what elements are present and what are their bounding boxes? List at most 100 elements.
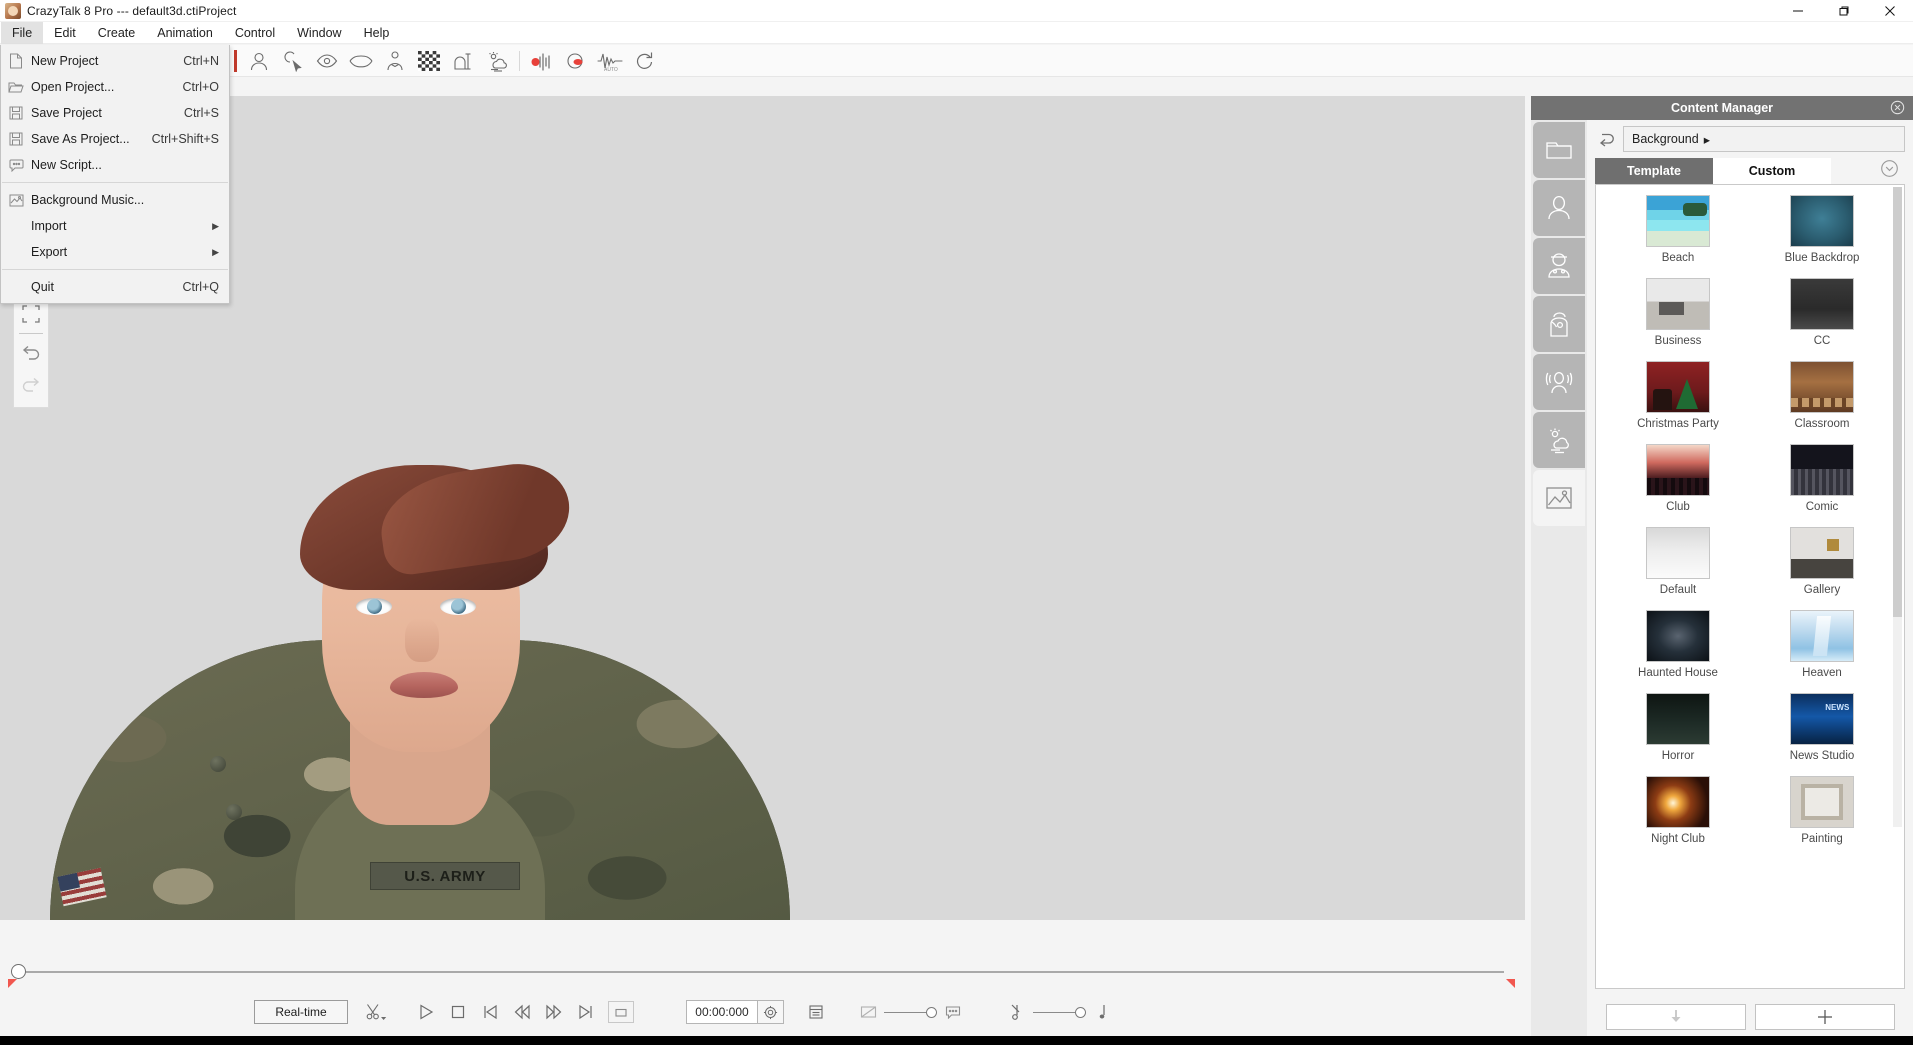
- content-item[interactable]: Default: [1608, 527, 1748, 610]
- menu-item-new-project[interactable]: New Project Ctrl+N: [1, 48, 229, 74]
- subtitle-off-icon[interactable]: [852, 997, 884, 1027]
- stop-icon[interactable]: [442, 997, 474, 1027]
- folder-icon[interactable]: [1533, 122, 1585, 178]
- audio-note-icon[interactable]: [1086, 997, 1118, 1027]
- content-thumbnail[interactable]: [1646, 527, 1710, 579]
- menu-animation[interactable]: Animation: [146, 22, 224, 44]
- head-avatar-icon[interactable]: [1533, 180, 1585, 236]
- timecode-settings-gear-icon[interactable]: [758, 1000, 784, 1024]
- weather-scene-icon[interactable]: [480, 46, 514, 76]
- back-arrow-icon[interactable]: [1591, 124, 1623, 154]
- content-grid-scrollbar[interactable]: [1893, 187, 1902, 827]
- menu-item-export[interactable]: Export ▶: [1, 239, 229, 265]
- content-thumbnail[interactable]: [1646, 693, 1710, 745]
- record-audio-icon[interactable]: [525, 46, 559, 76]
- content-item[interactable]: News Studio: [1752, 693, 1892, 776]
- step-back-icon[interactable]: [506, 997, 538, 1027]
- download-arrow-button[interactable]: [1605, 1004, 1746, 1030]
- scene-weather-icon[interactable]: [1533, 412, 1585, 468]
- content-thumbnail[interactable]: [1790, 693, 1854, 745]
- content-thumbnail[interactable]: [1790, 527, 1854, 579]
- menu-edit[interactable]: Edit: [43, 22, 87, 44]
- audio-mute-icon[interactable]: [1001, 997, 1033, 1027]
- skip-to-end-icon[interactable]: [570, 997, 602, 1027]
- content-item[interactable]: Haunted House: [1608, 610, 1748, 693]
- time-slider[interactable]: [0, 948, 1525, 988]
- content-item[interactable]: Heaven: [1752, 610, 1892, 693]
- close-icon[interactable]: [1867, 0, 1913, 22]
- menu-item-new-script[interactable]: New Script...: [1, 152, 229, 178]
- lipsync-icon[interactable]: [559, 46, 593, 76]
- undo-icon[interactable]: [14, 337, 48, 369]
- menu-create[interactable]: Create: [87, 22, 147, 44]
- maximize-icon[interactable]: [1821, 0, 1867, 22]
- play-icon[interactable]: [410, 997, 442, 1027]
- content-item[interactable]: CC: [1752, 278, 1892, 361]
- menu-item-save-as-project[interactable]: Save As Project... Ctrl+Shift+S: [1, 126, 229, 152]
- content-item[interactable]: Night Club: [1608, 776, 1748, 859]
- slider-knob[interactable]: [926, 1006, 937, 1018]
- close-circle-icon[interactable]: [1890, 100, 1905, 118]
- refresh-arrow-icon[interactable]: [627, 46, 661, 76]
- audio-volume-slider[interactable]: [1033, 1006, 1086, 1018]
- content-item[interactable]: Classroom: [1752, 361, 1892, 444]
- content-item[interactable]: Gallery: [1752, 527, 1892, 610]
- content-thumbnail[interactable]: [1790, 278, 1854, 330]
- content-thumbnail[interactable]: [1790, 776, 1854, 828]
- add-content-button[interactable]: [1754, 1004, 1895, 1030]
- content-item[interactable]: Christmas Party: [1608, 361, 1748, 444]
- chevron-down-circle-icon[interactable]: [1880, 159, 1899, 183]
- scissors-dropdown-icon[interactable]: [360, 997, 392, 1027]
- slider-knob[interactable]: [1075, 1006, 1086, 1018]
- content-thumbnail[interactable]: [1646, 444, 1710, 496]
- content-item[interactable]: Beach: [1608, 195, 1748, 278]
- checkerboard-icon[interactable]: [412, 46, 446, 76]
- menu-item-open-project[interactable]: Open Project... Ctrl+O: [1, 74, 229, 100]
- voice-motion-icon[interactable]: [1533, 354, 1585, 410]
- menu-item-background-music[interactable]: Background Music...: [1, 187, 229, 213]
- subtitle-volume-slider[interactable]: [884, 1006, 937, 1018]
- playhead-knob[interactable]: [11, 964, 26, 979]
- menu-window[interactable]: Window: [286, 22, 352, 44]
- menu-help[interactable]: Help: [353, 22, 401, 44]
- menu-item-quit[interactable]: Quit Ctrl+Q: [1, 274, 229, 300]
- head-icon[interactable]: [242, 46, 276, 76]
- content-item[interactable]: Blue Backdrop: [1752, 195, 1892, 278]
- face-style-icon[interactable]: [1533, 296, 1585, 352]
- scrollbar-thumb[interactable]: [1893, 187, 1902, 617]
- subtitle-bubble-icon[interactable]: [937, 997, 969, 1027]
- tab-custom[interactable]: Custom: [1713, 158, 1831, 184]
- time-slider-track[interactable]: [26, 971, 1504, 973]
- loop-region-icon[interactable]: [608, 1001, 634, 1023]
- content-thumbnail[interactable]: [1646, 278, 1710, 330]
- menu-item-import[interactable]: Import ▶: [1, 213, 229, 239]
- menu-item-save-project[interactable]: Save Project Ctrl+S: [1, 100, 229, 126]
- range-end-marker[interactable]: [1506, 979, 1515, 988]
- content-item[interactable]: Business: [1608, 278, 1748, 361]
- mouth-icon[interactable]: [344, 46, 378, 76]
- audio-waveform-icon[interactable]: AUTO: [593, 46, 627, 76]
- content-thumbnail[interactable]: [1790, 444, 1854, 496]
- background-image-icon[interactable]: [1533, 470, 1585, 526]
- content-item[interactable]: Horror: [1608, 693, 1748, 776]
- menu-file[interactable]: File: [1, 21, 44, 44]
- timeline-list-icon[interactable]: [800, 997, 832, 1027]
- content-item[interactable]: Comic: [1752, 444, 1892, 527]
- menu-control[interactable]: Control: [224, 22, 286, 44]
- cursor-select-icon[interactable]: [276, 46, 310, 76]
- content-item[interactable]: Painting: [1752, 776, 1892, 859]
- content-thumbnail[interactable]: [1646, 610, 1710, 662]
- content-path-field[interactable]: Background ▸: [1623, 126, 1905, 152]
- range-start-marker[interactable]: [8, 979, 17, 988]
- minimize-icon[interactable]: [1775, 0, 1821, 22]
- eye-icon[interactable]: [310, 46, 344, 76]
- content-thumbnail[interactable]: [1646, 776, 1710, 828]
- content-thumbnail[interactable]: [1646, 361, 1710, 413]
- realtime-mode-button[interactable]: Real-time: [254, 1000, 348, 1024]
- step-forward-icon[interactable]: [538, 997, 570, 1027]
- content-thumbnail[interactable]: [1646, 195, 1710, 247]
- content-grid[interactable]: Beach Blue Backdrop Business CC Christma…: [1595, 184, 1905, 989]
- avatar-character[interactable]: U.S. ARMY: [50, 220, 790, 920]
- character-body-icon[interactable]: [1533, 238, 1585, 294]
- skip-to-start-icon[interactable]: [474, 997, 506, 1027]
